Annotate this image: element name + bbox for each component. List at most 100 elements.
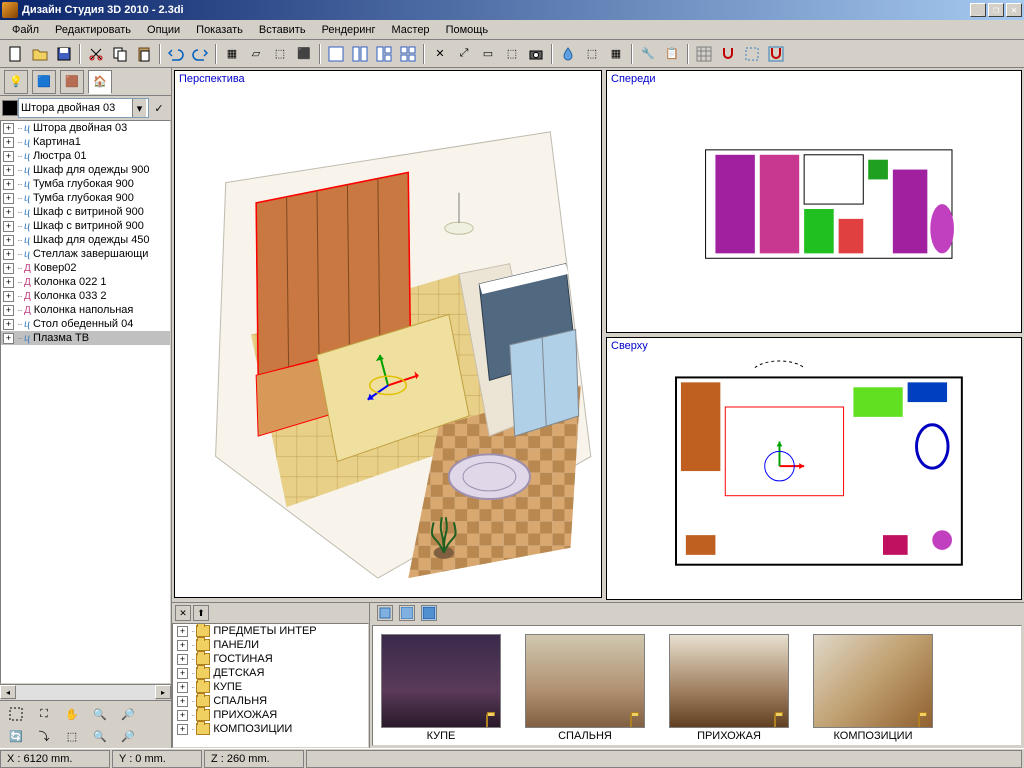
- folder-item[interactable]: +··КОМПОЗИЦИИ: [173, 722, 368, 736]
- menu-edit[interactable]: Редактировать: [47, 22, 139, 38]
- tab-mat-icon[interactable]: 🟦: [32, 70, 56, 94]
- library-thumb[interactable]: ПРИХОЖАЯ: [669, 634, 789, 742]
- tree-item[interactable]: +···ⴗТумба глубокая 900: [1, 191, 170, 205]
- nav-icon[interactable]: ⬚: [59, 725, 85, 747]
- tree-item[interactable]: +···ДКолонка напольная: [1, 303, 170, 317]
- tool-icon[interactable]: ▭: [477, 43, 499, 65]
- layout-4-icon[interactable]: [397, 43, 419, 65]
- expand-icon[interactable]: +: [177, 668, 188, 679]
- walk-icon[interactable]: ⤵: [31, 725, 57, 747]
- apply-icon[interactable]: ✓: [150, 99, 168, 117]
- viewport-front[interactable]: Спереди: [606, 70, 1022, 333]
- tool-icon[interactable]: ⬚: [501, 43, 523, 65]
- expand-icon[interactable]: +: [3, 165, 14, 176]
- paste-icon[interactable]: [133, 43, 155, 65]
- snap2-icon[interactable]: [741, 43, 763, 65]
- expand-icon[interactable]: +: [177, 654, 188, 665]
- menu-rendering[interactable]: Рендеринг: [314, 22, 384, 38]
- folder-item[interactable]: +··ПРИХОЖАЯ: [173, 708, 368, 722]
- zoom-extents-icon[interactable]: ⛶: [31, 703, 57, 725]
- tree-item[interactable]: +···ⴗПлазма ТВ: [1, 331, 170, 345]
- open-icon[interactable]: [29, 43, 51, 65]
- tree-item[interactable]: +···ⴗШтора двойная 03: [1, 121, 170, 135]
- pan-icon[interactable]: ✋: [59, 703, 85, 725]
- minimize-button[interactable]: _: [970, 3, 986, 17]
- expand-icon[interactable]: +: [177, 682, 188, 693]
- save-icon[interactable]: [53, 43, 75, 65]
- select-icon[interactable]: [3, 703, 29, 725]
- tab-scene-icon[interactable]: 🏠: [88, 70, 112, 94]
- nav-icon[interactable]: 🔍: [87, 725, 113, 747]
- tool-icon[interactable]: ⬚: [269, 43, 291, 65]
- view-med-icon[interactable]: [399, 605, 415, 621]
- redo-icon[interactable]: [189, 43, 211, 65]
- expand-icon[interactable]: +: [177, 696, 188, 707]
- scroll-right-icon[interactable]: ▸: [155, 685, 171, 699]
- tree-item[interactable]: +···ⴗШкаф для одежды 900: [1, 163, 170, 177]
- tool-icon[interactable]: ⬛: [293, 43, 315, 65]
- viewport-perspective[interactable]: Перспектива: [174, 70, 602, 598]
- menu-file[interactable]: Файл: [4, 22, 47, 38]
- grid-icon[interactable]: [693, 43, 715, 65]
- tree-item[interactable]: +···ⴗШкаф для одежды 450: [1, 233, 170, 247]
- tree-item[interactable]: +···ⴗЛюстра 01: [1, 149, 170, 163]
- expand-icon[interactable]: +: [3, 333, 14, 344]
- maximize-button[interactable]: ❐: [988, 3, 1004, 17]
- tool-icon[interactable]: ⬚: [581, 43, 603, 65]
- folder-item[interactable]: +··ПРЕДМЕТЫ ИНТЕР: [173, 624, 368, 638]
- copy-icon[interactable]: [109, 43, 131, 65]
- tool-icon[interactable]: 🔧: [637, 43, 659, 65]
- tab-light-icon[interactable]: 💡: [4, 70, 28, 94]
- tree-item[interactable]: +···ДКолонка 033 2: [1, 289, 170, 303]
- snap-icon[interactable]: [717, 43, 739, 65]
- expand-icon[interactable]: +: [177, 710, 188, 721]
- tree-item[interactable]: +···ⴗСтол обеденный 04: [1, 317, 170, 331]
- tool-icon[interactable]: ▱: [245, 43, 267, 65]
- nav-icon[interactable]: 🔎: [115, 725, 141, 747]
- library-thumb[interactable]: КОМПОЗИЦИИ: [813, 634, 933, 742]
- folder-item[interactable]: +··СПАЛЬНЯ: [173, 694, 368, 708]
- tool-icon[interactable]: ▦: [605, 43, 627, 65]
- camera-icon[interactable]: [525, 43, 547, 65]
- expand-icon[interactable]: +: [3, 179, 14, 190]
- cut-icon[interactable]: [85, 43, 107, 65]
- object-dropdown[interactable]: Штора двойная 03 ▾: [18, 98, 149, 118]
- expand-icon[interactable]: +: [3, 277, 14, 288]
- expand-icon[interactable]: +: [3, 235, 14, 246]
- expand-icon[interactable]: +: [3, 305, 14, 316]
- tree-item[interactable]: +···ⴗКартина1: [1, 135, 170, 149]
- tree-item[interactable]: +···ⴗСтеллаж завершающи: [1, 247, 170, 261]
- scene-tree[interactable]: +···ⴗШтора двойная 03+···ⴗКартина1+···ⴗЛ…: [0, 120, 171, 684]
- viewport-top[interactable]: Сверху: [606, 337, 1022, 600]
- layout-2-icon[interactable]: [349, 43, 371, 65]
- close-button[interactable]: ✕: [1006, 3, 1022, 17]
- zoom-icon[interactable]: 🔍: [87, 703, 113, 725]
- menu-show[interactable]: Показать: [188, 22, 251, 38]
- folder-item[interactable]: +··ДЕТСКАЯ: [173, 666, 368, 680]
- measure-icon[interactable]: ✕: [429, 43, 451, 65]
- up-icon[interactable]: ⬆: [193, 605, 209, 621]
- expand-icon[interactable]: +: [177, 640, 188, 651]
- tree-item[interactable]: +···ДКовер02: [1, 261, 170, 275]
- tool-icon[interactable]: ⤢: [453, 43, 475, 65]
- tree-item[interactable]: +···ⴗТумба глубокая 900: [1, 177, 170, 191]
- undo-icon[interactable]: [165, 43, 187, 65]
- expand-icon[interactable]: +: [3, 151, 14, 162]
- expand-icon[interactable]: +: [177, 626, 188, 637]
- expand-icon[interactable]: +: [3, 319, 14, 330]
- menu-help[interactable]: Помощь: [438, 22, 497, 38]
- folder-item[interactable]: +··КУПЕ: [173, 680, 368, 694]
- tool-icon[interactable]: 📋: [661, 43, 683, 65]
- expand-icon[interactable]: +: [177, 724, 188, 735]
- scroll-left-icon[interactable]: ◂: [0, 685, 16, 699]
- folder-tree[interactable]: +··ПРЕДМЕТЫ ИНТЕР+··ПАНЕЛИ+··ГОСТИНАЯ+··…: [172, 623, 369, 748]
- expand-icon[interactable]: +: [3, 249, 14, 260]
- tool-icon[interactable]: ▦: [221, 43, 243, 65]
- tree-item[interactable]: +···ДКолонка 022 1: [1, 275, 170, 289]
- expand-icon[interactable]: +: [3, 193, 14, 204]
- view-small-icon[interactable]: [377, 605, 393, 621]
- folder-item[interactable]: +··ПАНЕЛИ: [173, 638, 368, 652]
- tree-item[interactable]: +···ⴗШкаф с витриной 900: [1, 219, 170, 233]
- expand-icon[interactable]: +: [3, 263, 14, 274]
- h-scrollbar[interactable]: ◂ ▸: [0, 684, 171, 700]
